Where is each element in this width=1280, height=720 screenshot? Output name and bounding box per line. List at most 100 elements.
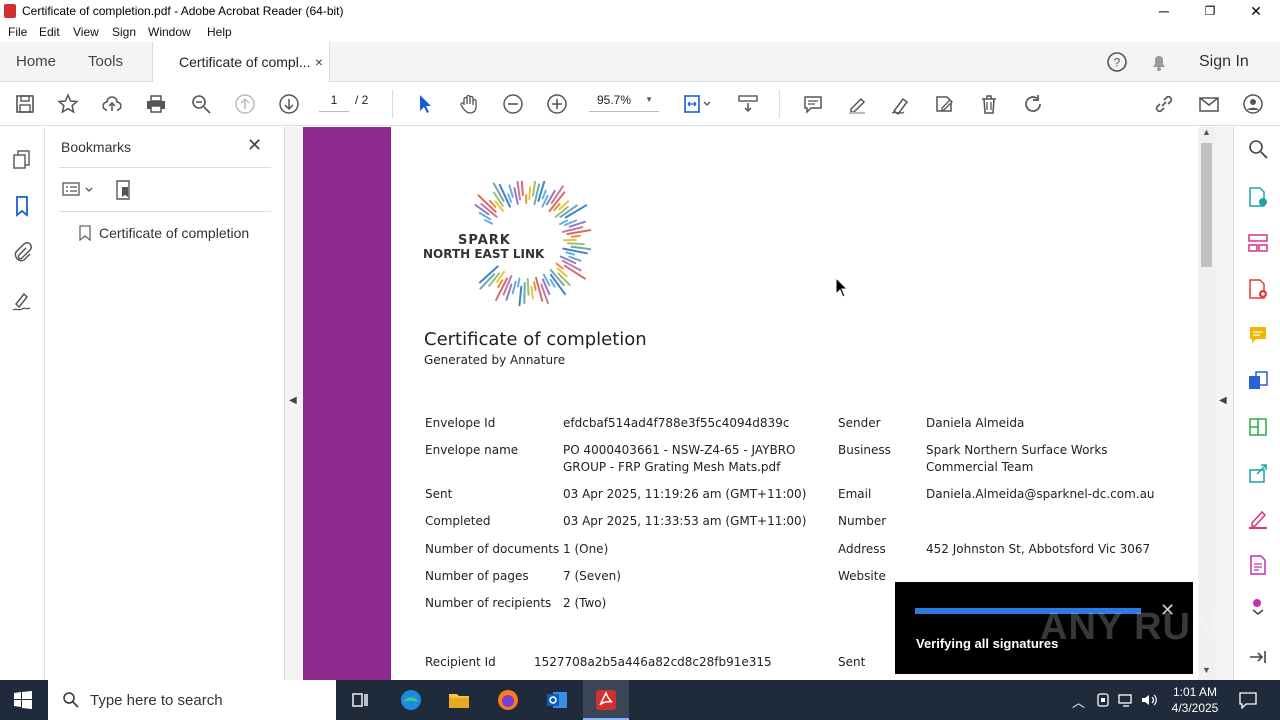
zoom-search-icon[interactable] [189, 92, 213, 116]
clock-date: 4/3/2025 [1171, 701, 1219, 715]
edit-document-icon[interactable] [933, 92, 957, 116]
sign-pen-icon[interactable] [889, 92, 913, 116]
close-window-button[interactable]: ✕ [1233, 0, 1279, 22]
comment-icon[interactable] [801, 92, 825, 116]
bookmark-item[interactable]: Certificate of completion [79, 225, 249, 241]
collapse-left-panel-handle[interactable]: ◀ [285, 127, 303, 680]
comment-tool-icon[interactable] [1246, 323, 1270, 347]
title-bar: Certificate of completion.pdf - Adobe Ac… [0, 0, 1280, 22]
attachment-paperclip-icon[interactable] [10, 240, 34, 264]
scroll-up-icon[interactable]: ▲ [1202, 127, 1211, 137]
select-cursor-icon[interactable] [413, 92, 437, 116]
menu-edit[interactable]: Edit [39, 25, 60, 39]
share-link-icon[interactable] [1152, 92, 1176, 116]
scrollbar-thumb[interactable] [1201, 143, 1212, 267]
task-view-icon[interactable] [337, 680, 383, 720]
bookmark-panel-icon[interactable] [10, 194, 34, 218]
save-icon[interactable] [13, 92, 37, 116]
delete-trash-icon[interactable] [977, 92, 1001, 116]
page-number-input[interactable]: 1 [319, 93, 349, 112]
compress-pdf-icon[interactable] [1246, 415, 1270, 439]
upload-cloud-icon[interactable] [100, 92, 124, 116]
edge-browser-icon[interactable] [388, 680, 434, 720]
menu-bar: File Edit View Sign Window Help [0, 22, 1280, 42]
toolbar-divider [392, 90, 393, 118]
menu-window[interactable]: Window [148, 25, 191, 39]
scroll-mode-icon[interactable] [736, 92, 760, 116]
tab-home[interactable]: Home [16, 42, 56, 82]
next-page-icon[interactable] [277, 92, 301, 116]
zoom-level-select[interactable]: 95.7% ▼ [589, 93, 659, 112]
volume-icon[interactable] [1140, 691, 1158, 709]
tab-tools[interactable]: Tools [88, 42, 123, 82]
organize-pages-icon[interactable] [1246, 231, 1270, 255]
share-export-icon[interactable] [1246, 461, 1270, 485]
rotate-icon[interactable] [1021, 92, 1045, 116]
menu-help[interactable]: Help [207, 25, 232, 39]
field-value: 452 Johnston St, Abbotsford Vic 3067 [926, 542, 1151, 556]
logo-ray [517, 277, 521, 288]
convert-pdf-icon[interactable] [1246, 369, 1270, 393]
maximize-button[interactable]: ❐ [1187, 0, 1233, 22]
tab-document[interactable]: Certificate of compl... × [152, 42, 330, 83]
minimize-button[interactable]: ─ [1141, 0, 1187, 22]
chevron-up-icon[interactable]: ︿ [1072, 692, 1085, 711]
menu-file[interactable]: File [8, 25, 27, 39]
edit-pdf-icon[interactable] [1246, 553, 1270, 577]
network-icon[interactable] [1117, 691, 1135, 709]
search-tools-icon[interactable] [1246, 137, 1270, 161]
close-panel-icon[interactable]: ✕ [247, 135, 262, 156]
collapse-right-panel-handle[interactable]: ◀ [1215, 127, 1233, 680]
signature-pen-icon[interactable] [10, 289, 34, 313]
help-icon[interactable]: ? [1106, 51, 1128, 73]
outlook-icon[interactable] [534, 680, 580, 720]
collapse-tools-icon[interactable] [1246, 645, 1270, 669]
fill-sign-icon[interactable] [1246, 507, 1270, 531]
zoom-in-icon[interactable] [545, 92, 569, 116]
email-envelope-icon[interactable] [1197, 92, 1221, 116]
logo-text-spark: SPARK [458, 233, 511, 248]
create-pdf-icon[interactable] [1246, 277, 1270, 301]
print-icon[interactable] [144, 92, 168, 116]
firefox-icon[interactable] [485, 680, 531, 720]
file-explorer-icon[interactable] [436, 680, 482, 720]
field-value: 2 (Two) [563, 596, 607, 610]
field-label: Email [838, 487, 872, 501]
add-user-icon[interactable] [1241, 92, 1265, 116]
notification-center-icon[interactable] [1238, 691, 1258, 710]
scroll-down-icon[interactable]: ▼ [1202, 665, 1211, 675]
menu-view[interactable]: View [73, 25, 99, 39]
more-tools-icon[interactable] [1246, 593, 1270, 617]
device-icon[interactable] [1094, 691, 1112, 709]
star-icon[interactable] [56, 92, 80, 116]
menu-sign[interactable]: Sign [112, 25, 136, 39]
chevron-left-icon: ◀ [289, 395, 297, 406]
hand-tool-icon[interactable] [457, 92, 481, 116]
bookmark-options-icon[interactable] [61, 179, 95, 201]
sign-in-button[interactable]: Sign In [1199, 42, 1249, 82]
certificate-subheading: Generated by Annature [424, 353, 566, 367]
logo-ray [566, 242, 585, 246]
logo-ray [549, 278, 556, 288]
page-thumbnails-icon[interactable] [10, 147, 34, 171]
bookmarks-panel: Bookmarks ✕ Certificate of completion [45, 127, 285, 680]
logo-ray [530, 285, 534, 300]
zoom-out-icon[interactable] [501, 92, 525, 116]
tab-close-icon[interactable]: × [315, 42, 323, 82]
acrobat-taskbar-icon[interactable] [583, 680, 629, 720]
export-pdf-icon[interactable] [1246, 185, 1270, 209]
notification-bell-icon[interactable] [1148, 51, 1170, 73]
taskbar-search-box[interactable]: Type here to search [48, 680, 336, 720]
logo-ray [513, 187, 519, 205]
windows-start-icon[interactable] [0, 680, 46, 720]
highlight-pen-icon[interactable] [845, 92, 869, 116]
logo-ray [497, 279, 504, 289]
field-value: 1 (One) [563, 542, 609, 556]
new-bookmark-icon[interactable] [113, 179, 135, 201]
logo-ray [570, 234, 581, 238]
field-label: Completed [425, 514, 491, 528]
previous-page-icon[interactable] [233, 92, 257, 116]
taskbar-clock[interactable]: 1:01 AM 4/3/2025 [1160, 684, 1230, 716]
logo-ray [526, 278, 530, 296]
fit-page-icon[interactable] [680, 92, 714, 116]
